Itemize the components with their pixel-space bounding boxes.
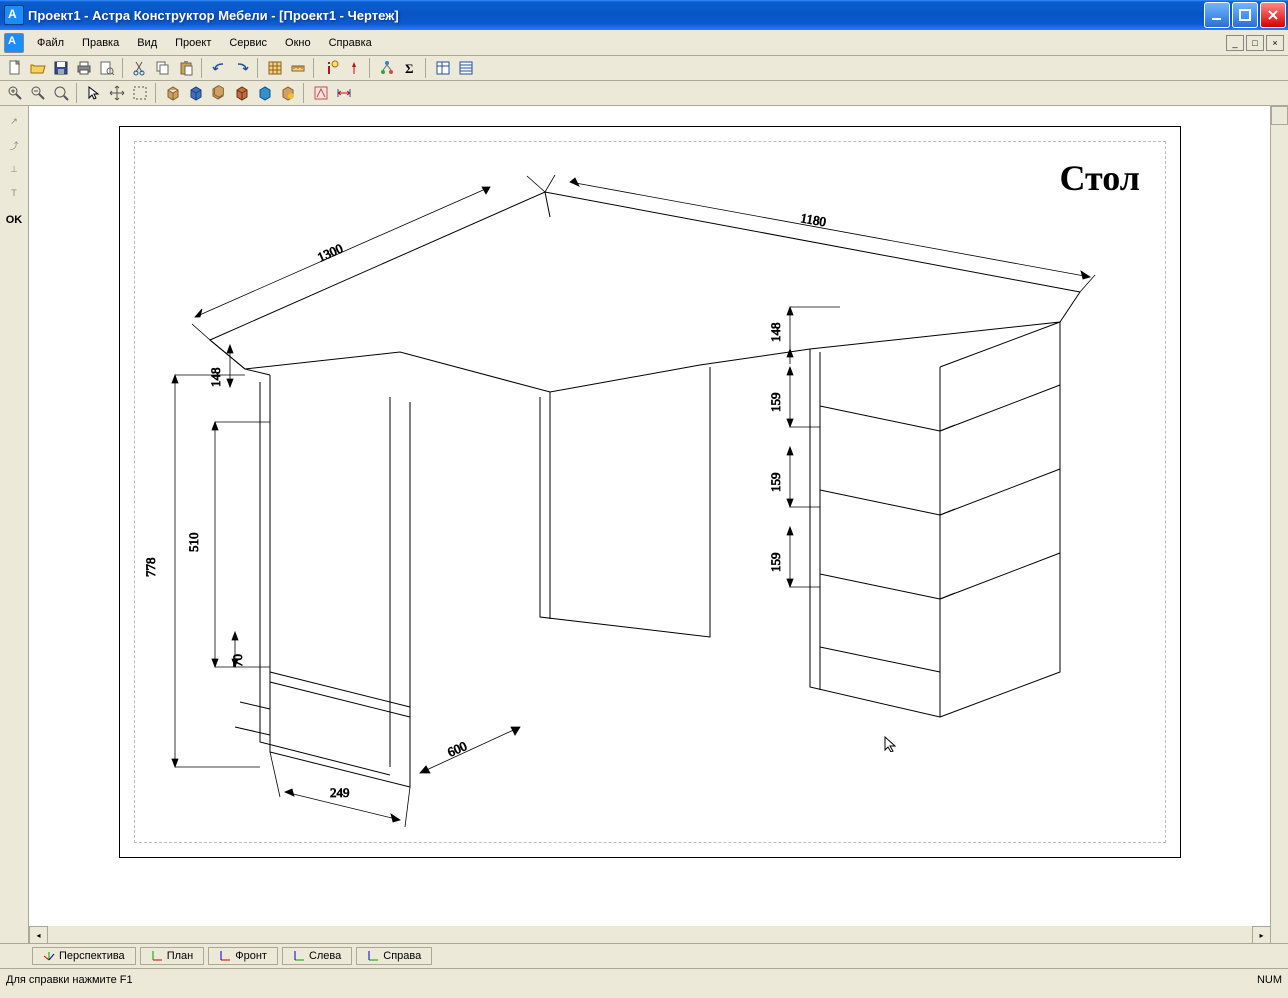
status-num: NUM [1257,974,1282,986]
svg-text:Σ: Σ [405,61,414,76]
tab-perspective-label: Перспектива [59,950,125,962]
menu-file[interactable]: Файл [28,34,73,52]
app-icon [4,5,24,25]
dim-249: 249 [330,785,350,800]
lp-ok-button[interactable]: OK [6,214,23,226]
sigma-icon[interactable]: Σ [399,57,421,79]
tab-perspective[interactable]: Перспектива [32,947,136,965]
tab-left-label: Слева [309,950,341,962]
vertical-scrollbar[interactable] [1270,106,1288,926]
horizontal-scrollbar[interactable]: ◂▸ [29,926,1288,943]
box1-icon[interactable] [162,82,184,104]
pin-icon[interactable] [343,57,365,79]
menu-bar: Файл Правка Вид Проект Сервис Окно Справ… [0,30,1288,56]
lp-btn4[interactable]: T [3,182,25,204]
dim-148r: 148 [768,323,783,343]
menu-project[interactable]: Проект [166,34,220,52]
menu-service[interactable]: Сервис [220,34,276,52]
box4-icon[interactable] [231,82,253,104]
dim-1180: 1180 [799,210,827,229]
menu-edit[interactable]: Правка [73,34,128,52]
tab-front-label: Фронт [235,950,267,962]
lp-btn2[interactable]: ⤴ [3,134,25,156]
tab-front[interactable]: Фронт [208,947,278,965]
box6-icon[interactable] [277,82,299,104]
drawing-canvas[interactable]: Стол [29,106,1270,926]
dimension-icon[interactable] [333,82,355,104]
status-help-text: Для справки нажмите F1 [6,974,133,986]
region-icon[interactable] [129,82,151,104]
dim-1300: 1300 [315,240,345,264]
menu-view[interactable]: Вид [128,34,166,52]
tab-right-label: Справа [383,950,421,962]
misc1-icon[interactable] [310,82,332,104]
print-icon[interactable] [73,57,95,79]
tree-icon[interactable] [376,57,398,79]
tab-right[interactable]: Справа [356,947,432,965]
lp-btn3[interactable]: ⊥ [3,158,25,180]
lp-btn1[interactable]: ↗ [3,110,25,132]
dim-510: 510 [186,533,201,553]
paste-icon[interactable] [175,57,197,79]
toolbar-main: Σ [0,56,1288,81]
mdi-icon[interactable] [4,33,24,53]
view-tabs: Перспектива План Фронт Слева Справа [0,943,1288,968]
info-icon[interactable] [320,57,342,79]
grid-icon[interactable] [264,57,286,79]
move-icon[interactable] [106,82,128,104]
box5-icon[interactable] [254,82,276,104]
cut-icon[interactable] [129,57,151,79]
ruler-icon[interactable] [287,57,309,79]
zoom-out-icon[interactable] [27,82,49,104]
dim-778: 778 [143,558,158,578]
tab-left[interactable]: Слева [282,947,352,965]
zoom-fit-icon[interactable] [50,82,72,104]
open-icon[interactable] [27,57,49,79]
select-icon[interactable] [83,82,105,104]
mdi-close[interactable]: × [1266,35,1284,51]
save-icon[interactable] [50,57,72,79]
undo-icon[interactable] [208,57,230,79]
table2-icon[interactable] [455,57,477,79]
maximize-button[interactable] [1232,2,1258,28]
box3-icon[interactable] [208,82,230,104]
minimize-button[interactable] [1204,2,1230,28]
dim-159a: 159 [768,393,783,413]
redo-icon[interactable] [231,57,253,79]
workspace: ↗ ⤴ ⊥ T OK Стол [0,106,1288,926]
menu-help[interactable]: Справка [320,34,381,52]
dim-600: 600 [445,738,469,760]
mdi-minimize[interactable]: _ [1226,35,1244,51]
zoom-in-icon[interactable] [4,82,26,104]
copy-icon[interactable] [152,57,174,79]
tab-plan[interactable]: План [140,947,205,965]
statusbar: Для справки нажмите F1 NUM [0,968,1288,991]
table1-icon[interactable] [432,57,454,79]
tab-plan-label: План [167,950,194,962]
window-title: Проект1 - Астра Конструктор Мебели - [Пр… [28,8,1204,23]
dim-159c: 159 [768,553,783,573]
dim-70: 70 [230,654,245,667]
new-icon[interactable] [4,57,26,79]
hscroll-row: ◂▸ [0,926,1288,943]
dim-148l: 148 [208,368,223,388]
box2-icon[interactable] [185,82,207,104]
titlebar: Проект1 - Астра Конструктор Мебели - [Пр… [0,0,1288,30]
left-panel: ↗ ⤴ ⊥ T OK [0,106,29,926]
toolbar-view [0,81,1288,106]
menu-window[interactable]: Окно [276,34,320,52]
drawing-svg: 1300 1180 778 [120,127,1180,857]
drawing-frame: Стол [119,126,1181,858]
dim-159b: 159 [768,473,783,493]
cursor-icon [884,736,900,752]
close-button[interactable] [1260,2,1286,28]
mdi-restore[interactable]: □ [1246,35,1264,51]
print-preview-icon[interactable] [96,57,118,79]
